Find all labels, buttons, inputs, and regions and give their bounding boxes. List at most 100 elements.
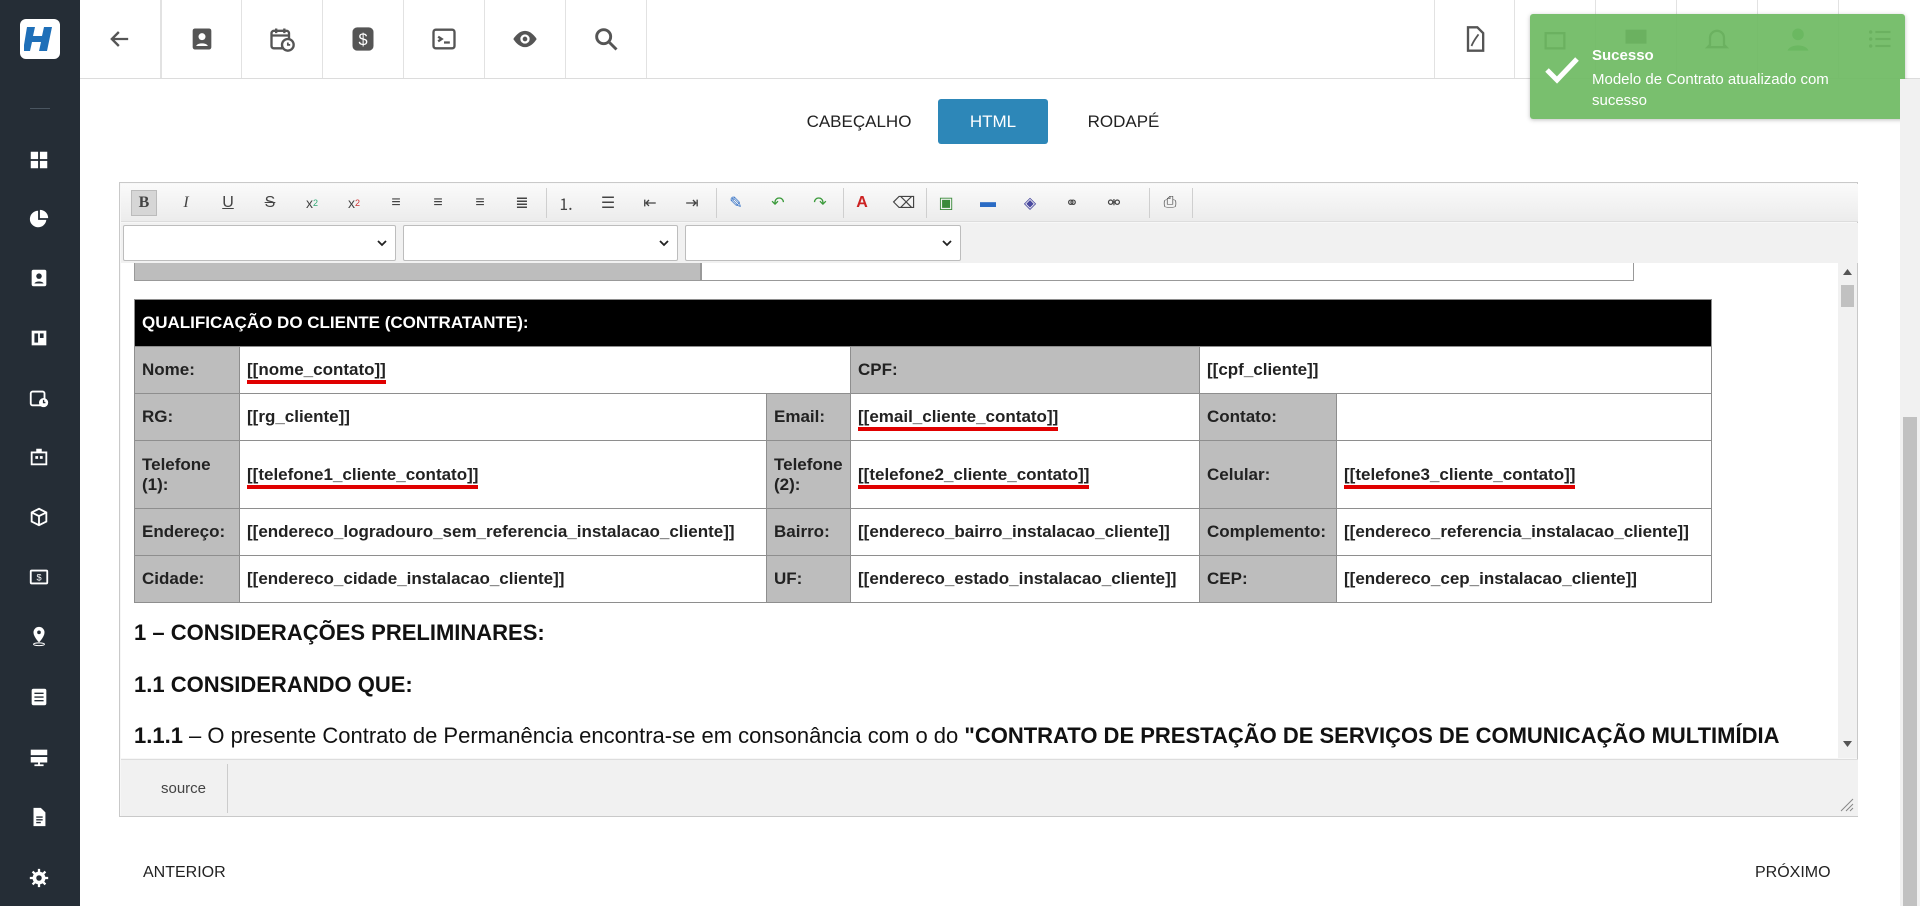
- superscript-icon[interactable]: x2: [341, 190, 367, 216]
- contact-card-icon[interactable]: [28, 267, 50, 289]
- font-size-select[interactable]: [685, 225, 961, 261]
- document-icon[interactable]: [28, 806, 50, 828]
- server-icon[interactable]: [28, 746, 50, 768]
- nome-value: [[nome_contato]]: [239, 346, 851, 394]
- highlight-icon[interactable]: ⌫: [891, 190, 917, 216]
- subscript-icon[interactable]: x2: [299, 190, 325, 216]
- email-label: Email:: [766, 393, 851, 441]
- unlink-icon[interactable]: ⚮: [1101, 190, 1127, 216]
- view-button[interactable]: [485, 0, 566, 78]
- underline-icon[interactable]: U: [215, 190, 241, 216]
- chevron-down-icon: [659, 240, 669, 247]
- endereco-value: [[endereco_logradouro_sem_referencia_ins…: [239, 508, 767, 556]
- back-icon: [110, 31, 129, 47]
- dashboard-icon[interactable]: [28, 149, 50, 171]
- calendar-clock-icon: [270, 28, 295, 52]
- tab-cabecalho[interactable]: CABEÇALHO: [790, 99, 928, 144]
- celular-label: Celular:: [1199, 440, 1337, 509]
- search-icon: [595, 28, 618, 51]
- redo-icon[interactable]: ↷: [807, 190, 833, 216]
- map-pin-icon[interactable]: [28, 625, 50, 647]
- toast-title: Sucesso: [1592, 47, 1654, 64]
- box-icon[interactable]: [28, 506, 50, 528]
- pie-chart-icon[interactable]: [28, 208, 50, 230]
- horizontal-rule-icon[interactable]: ▬: [975, 190, 1001, 216]
- align-center-icon[interactable]: ≡: [425, 190, 451, 216]
- building-icon[interactable]: [28, 446, 50, 468]
- previous-button[interactable]: ANTERIOR: [143, 864, 226, 882]
- svg-text:$: $: [358, 31, 367, 49]
- link-icon[interactable]: ⚭: [1059, 190, 1085, 216]
- editor-scrollbar[interactable]: [1838, 263, 1857, 758]
- terminal-icon: [432, 28, 456, 50]
- align-right-icon[interactable]: ≡: [467, 190, 493, 216]
- section-heading-1: 1 – CONSIDERAÇÕES PRELIMINARES:: [134, 620, 545, 645]
- cpf-label: CPF:: [850, 346, 1200, 394]
- indent-icon[interactable]: ⇥: [679, 190, 705, 216]
- complemento-label: Complemento:: [1199, 508, 1337, 556]
- editor-toolbar: B I U S x2 x2 ≡ ≡ ≡ ≣ ⒈ ☰ ⇤ ⇥ ✎ ↶ ↷ A ⌫ …: [121, 184, 1858, 222]
- resize-grip-icon[interactable]: [1840, 798, 1854, 812]
- italic-icon[interactable]: I: [173, 190, 199, 216]
- chevron-down-icon: [377, 240, 387, 247]
- scroll-down-icon[interactable]: [1843, 741, 1852, 747]
- kanban-icon[interactable]: [28, 327, 50, 349]
- rg-label: RG:: [134, 393, 240, 441]
- settings-icon[interactable]: [28, 867, 50, 889]
- print-icon[interactable]: ⎙: [1157, 190, 1183, 216]
- remove-format-icon[interactable]: ✎: [723, 190, 749, 216]
- finance-button[interactable]: $: [323, 0, 404, 78]
- section-heading-1-1: 1.1 CONSIDERANDO QUE:: [134, 672, 413, 697]
- chevron-down-icon: [942, 240, 952, 247]
- uf-label: UF:: [766, 555, 851, 603]
- align-left-icon[interactable]: ≡: [383, 190, 409, 216]
- sidebar: $: [0, 0, 80, 906]
- font-family-select[interactable]: [403, 225, 678, 261]
- cidade-label: Cidade:: [134, 555, 240, 603]
- contato-value: [1336, 393, 1712, 441]
- telefone1-label: Telefone (1):: [134, 440, 240, 509]
- unordered-list-icon[interactable]: ☰: [595, 190, 621, 216]
- money-icon[interactable]: $: [28, 566, 50, 588]
- schedule-button[interactable]: [242, 0, 323, 78]
- eye-icon: [513, 30, 537, 48]
- insert-object-icon[interactable]: ◈: [1017, 190, 1043, 216]
- email-value: [[email_cliente_contato]]: [850, 393, 1200, 441]
- search-button[interactable]: [566, 0, 647, 78]
- contact-button[interactable]: [161, 0, 242, 78]
- cpf-value: [[cpf_cliente]]: [1199, 346, 1712, 394]
- strikethrough-icon[interactable]: S: [257, 190, 283, 216]
- source-button[interactable]: source: [161, 760, 206, 817]
- editor-statusbar: source: [121, 759, 1858, 816]
- next-button[interactable]: PRÓXIMO: [1755, 864, 1831, 882]
- success-toast[interactable]: Sucesso Modelo de Contrato atualizado co…: [1530, 14, 1905, 119]
- back-button[interactable]: [80, 0, 161, 78]
- bold-icon[interactable]: B: [131, 190, 157, 216]
- bairro-value: [[endereco_bairro_instalacao_cliente]]: [850, 508, 1200, 556]
- align-justify-icon[interactable]: ≣: [509, 190, 535, 216]
- image-icon[interactable]: ▣: [933, 190, 959, 216]
- page-scrollbar[interactable]: [1900, 79, 1920, 906]
- format-select[interactable]: [123, 225, 396, 261]
- tab-rodape[interactable]: RODAPÉ: [1060, 99, 1187, 144]
- complemento-value: [[endereco_referencia_instalacao_cliente…: [1336, 508, 1712, 556]
- telefone2-value: [[telefone2_cliente_contato]]: [850, 440, 1200, 509]
- ordered-list-icon[interactable]: ⒈: [553, 190, 579, 216]
- logo[interactable]: [20, 19, 60, 59]
- undo-icon[interactable]: ↶: [765, 190, 791, 216]
- toast-message: Modelo de Contrato atualizado com sucess…: [1592, 71, 1829, 109]
- pdf-button[interactable]: [1434, 0, 1515, 78]
- scroll-up-icon[interactable]: [1843, 269, 1852, 275]
- calendar-clock-icon[interactable]: [28, 387, 50, 409]
- uf-value: [[endereco_estado_instalacao_cliente]]: [850, 555, 1200, 603]
- tab-html[interactable]: HTML: [938, 99, 1048, 144]
- font-color-icon[interactable]: A: [849, 190, 875, 216]
- terminal-button[interactable]: [404, 0, 485, 78]
- list-box-icon[interactable]: [28, 686, 50, 708]
- outdent-icon[interactable]: ⇤: [637, 190, 663, 216]
- check-icon: [1545, 57, 1579, 84]
- editor-content[interactable]: QUALIFICAÇÃO DO CLIENTE (CONTRATANTE): N…: [121, 263, 1838, 758]
- endereco-label: Endereço:: [134, 508, 240, 556]
- cidade-value: [[endereco_cidade_instalacao_cliente]]: [239, 555, 767, 603]
- dollar-icon: $: [352, 27, 374, 51]
